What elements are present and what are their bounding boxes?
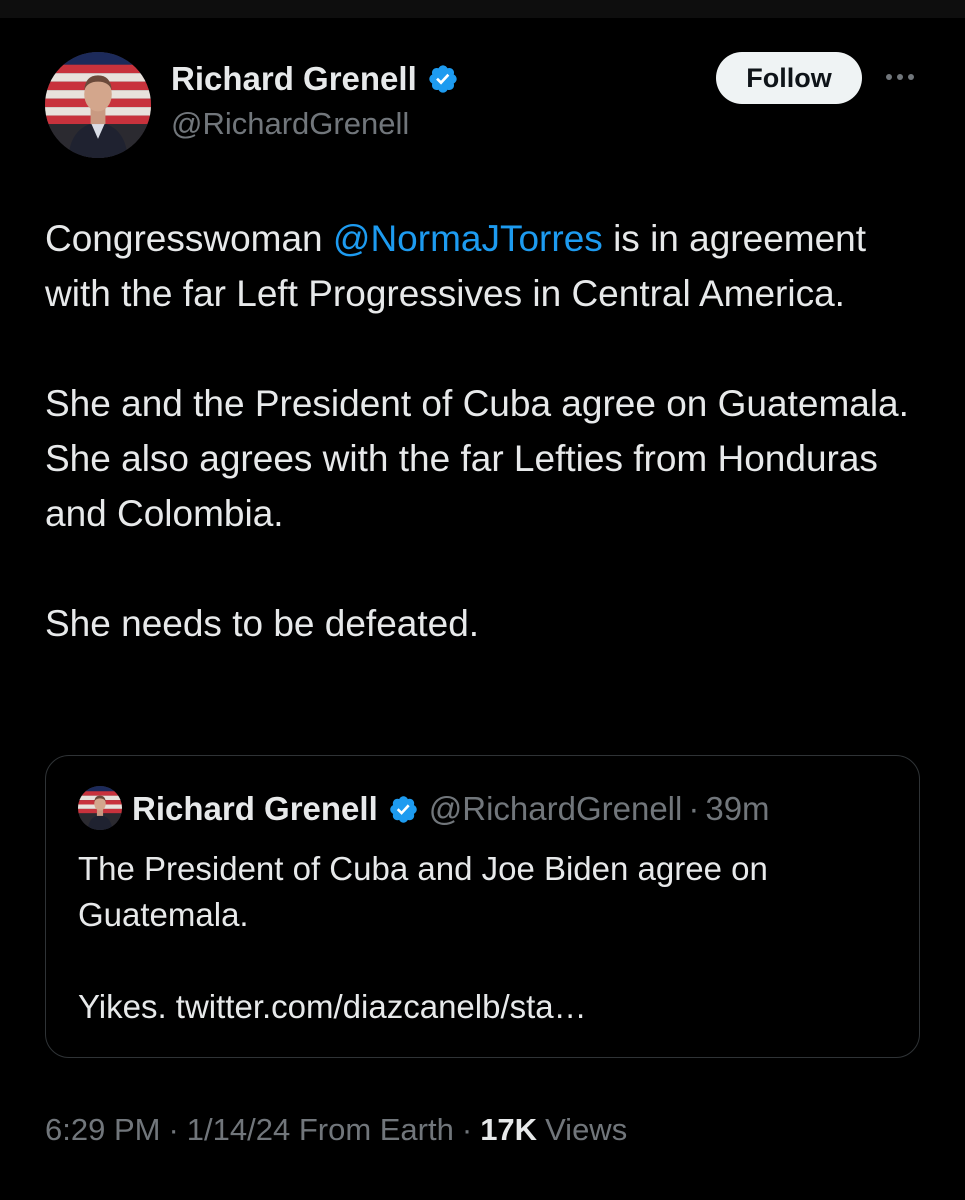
verified-badge-icon — [388, 794, 419, 825]
author-handle[interactable]: @RichardGrenell — [171, 106, 409, 142]
quoted-author-handle[interactable]: @RichardGrenell — [429, 790, 683, 828]
quoted-tweet-header: Richard Grenell @RichardGrenell · 39m — [132, 788, 770, 830]
meta-separator: · — [168, 1112, 179, 1147]
tweet-text-segment: Congresswoman — [45, 218, 333, 259]
views-count[interactable]: 17K — [480, 1112, 537, 1148]
quoted-timestamp[interactable]: 39m — [705, 790, 769, 828]
quoted-tweet-card[interactable]: Richard Grenell @RichardGrenell · 39m Th… — [45, 755, 920, 1058]
quoted-tweet-text: The President of Cuba and Joe Biden agre… — [78, 846, 898, 1030]
tweet-date-source[interactable]: 1/14/24 From Earth — [187, 1112, 454, 1148]
tweet-time[interactable]: 6:29 PM — [45, 1112, 160, 1148]
quoted-author-avatar[interactable] — [78, 786, 122, 830]
meta-separator: · — [461, 1112, 473, 1147]
mention-link[interactable]: @NormaJTorres — [333, 218, 603, 259]
avatar-image — [45, 52, 151, 158]
quoted-separator: · — [688, 790, 700, 827]
views-label[interactable]: Views — [545, 1112, 627, 1148]
more-dot — [886, 74, 892, 80]
more-options-icon[interactable] — [878, 60, 922, 94]
author-name-row[interactable]: Richard Grenell — [171, 60, 459, 98]
more-dot — [908, 74, 914, 80]
status-bar-strip — [0, 0, 965, 18]
quoted-author-name[interactable]: Richard Grenell — [132, 790, 378, 828]
tweet-metadata: 6:29 PM · 1/14/24 From Earth · 17K Views — [45, 1112, 627, 1148]
more-dot — [897, 74, 903, 80]
tweet-paragraph-2: She and the President of Cuba agree on G… — [45, 383, 909, 534]
tweet-paragraph-1: Congresswoman @NormaJTorres is in agreem… — [45, 211, 925, 321]
tweet-detail: Richard Grenell @RichardGrenell Follow C… — [0, 18, 965, 1200]
follow-button[interactable]: Follow — [716, 52, 862, 104]
author-name[interactable]: Richard Grenell — [171, 60, 417, 98]
avatar-image — [78, 786, 122, 830]
quoted-paragraph-2: Yikes. twitter.com/diazcanelb/sta… — [78, 988, 587, 1025]
quoted-paragraph-1: The President of Cuba and Joe Biden agre… — [78, 850, 768, 933]
tweet-paragraph-3: She needs to be defeated. — [45, 603, 480, 644]
author-avatar[interactable] — [45, 52, 151, 158]
tweet-text: Congresswoman @NormaJTorres is in agreem… — [45, 211, 925, 651]
verified-badge-icon[interactable] — [427, 63, 459, 95]
